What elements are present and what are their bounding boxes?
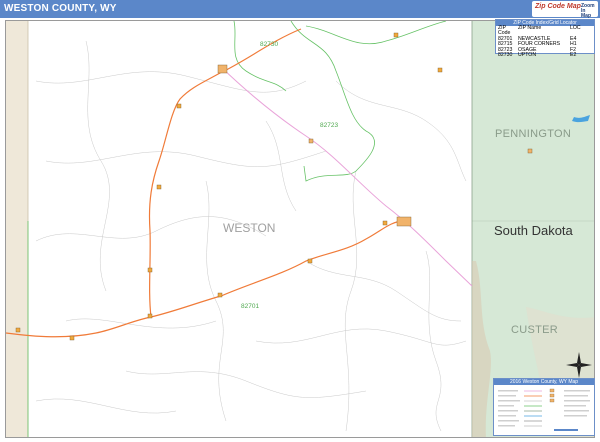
zip-label-82723: 82723: [320, 122, 339, 129]
zip-index-table: ZIP Code Index/Grid Locator ZIP Code ZIP…: [495, 19, 595, 58]
legend-symbols: [498, 388, 590, 431]
logo-brand-text: Zip Code Map: [535, 3, 581, 10]
title-bar: WESTON COUNTY, WY Zip Code Map Zoom In M…: [0, 0, 600, 19]
zip-code-cell: 82730: [498, 52, 513, 59]
map-frame[interactable]: 82730 82723 82701 WESTON South Dakota PE…: [5, 20, 595, 438]
brand-logo[interactable]: Zip Code Map Zoom In Map: [532, 1, 598, 19]
zip-name-cell: UPTON: [518, 52, 537, 59]
zip-loc-cell: E2: [570, 52, 577, 59]
table-row[interactable]: 82730 UPTON E2: [496, 52, 594, 59]
adjacent-county-south: CUSTER: [511, 324, 559, 336]
zip-label-82701: 82701: [241, 303, 260, 310]
state-label: South Dakota: [494, 223, 573, 238]
county-label: WESTON: [223, 221, 276, 235]
adjacent-county-north: PENNINGTON: [495, 128, 572, 140]
zip-label-82730: 82730: [260, 41, 279, 48]
logo-sub-text: Zoom In Map: [581, 3, 595, 19]
map-title: WESTON COUNTY, WY: [4, 3, 117, 14]
map-legend: 2016 Weston County, WY Map: [493, 378, 595, 436]
compass-rose-icon: [566, 352, 592, 378]
